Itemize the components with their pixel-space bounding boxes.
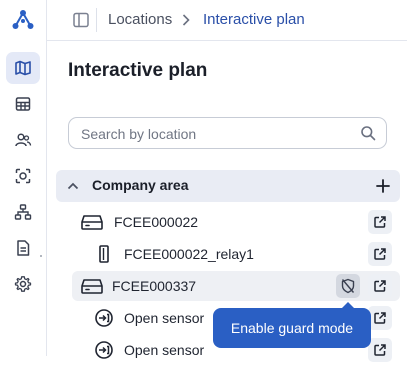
search-box (68, 117, 387, 150)
camera-focus-icon (15, 168, 31, 184)
tooltip-arrow (341, 302, 355, 309)
nav-item-hierarchy[interactable] (6, 196, 40, 228)
nav-item-settings[interactable] (6, 268, 40, 300)
nav-item-users[interactable] (6, 124, 40, 156)
nav-item-grid[interactable] (6, 88, 40, 120)
sensor-icon (95, 309, 113, 327)
open-link-button[interactable] (368, 274, 392, 298)
nav-item-camera[interactable] (6, 160, 40, 192)
guard-mode-button[interactable] (336, 274, 360, 298)
shield-off-icon (341, 278, 355, 294)
tree-row-label: FCEE000022_relay1 (124, 246, 254, 262)
gear-icon (14, 276, 32, 292)
tooltip: Enable guard mode (213, 302, 371, 348)
relay-icon (99, 245, 109, 263)
users-icon (15, 133, 32, 147)
breadcrumb-current: Interactive plan (203, 11, 305, 28)
header-divider (96, 8, 97, 32)
map-icon (15, 60, 31, 76)
tree-row-label: FCEE000337 (112, 278, 197, 294)
external-link-icon (374, 248, 386, 260)
external-link-icon (374, 280, 386, 292)
divider-dot (40, 255, 42, 257)
hub-icon (81, 215, 103, 230)
hierarchy-icon (14, 204, 32, 220)
nav-item-document[interactable] (6, 232, 40, 264)
sidebar (0, 0, 47, 356)
add-icon[interactable] (375, 178, 391, 194)
sidebar-toggle-icon[interactable] (72, 11, 90, 29)
tree-row[interactable]: FCEE000022_relay1 (72, 239, 400, 269)
tooltip-text: Enable guard mode (230, 320, 354, 336)
nav-item-map[interactable] (6, 52, 40, 84)
tree-row[interactable]: FCEE000022 (72, 207, 400, 237)
chevron-right-icon (182, 14, 190, 26)
tree-row[interactable]: FCEE000337 (72, 271, 400, 301)
tree-group-label: Company area (92, 177, 189, 193)
external-link-icon (374, 344, 386, 356)
open-link-button[interactable] (368, 210, 392, 234)
chevron-up-icon[interactable] (66, 179, 80, 193)
breadcrumb-locations[interactable]: Locations (108, 10, 172, 30)
tree-group-company-area[interactable]: Company area (56, 170, 400, 202)
open-link-button[interactable] (368, 306, 392, 330)
open-link-button[interactable] (368, 242, 392, 266)
search-input[interactable] (79, 118, 353, 150)
external-link-icon (374, 312, 386, 324)
sensor-icon (95, 341, 113, 359)
tree-row-label: FCEE000022 (114, 214, 199, 230)
search-icon[interactable] (360, 125, 376, 141)
open-link-button[interactable] (368, 338, 392, 362)
document-icon (17, 240, 30, 256)
logo-icon (12, 10, 34, 29)
external-link-icon (374, 216, 386, 228)
hub-icon (81, 279, 103, 294)
tree-row-label: Open sensor (124, 310, 205, 326)
header: Locations Interactive plan (47, 0, 407, 41)
grid-icon (15, 97, 31, 111)
page-title: Interactive plan (68, 60, 208, 81)
